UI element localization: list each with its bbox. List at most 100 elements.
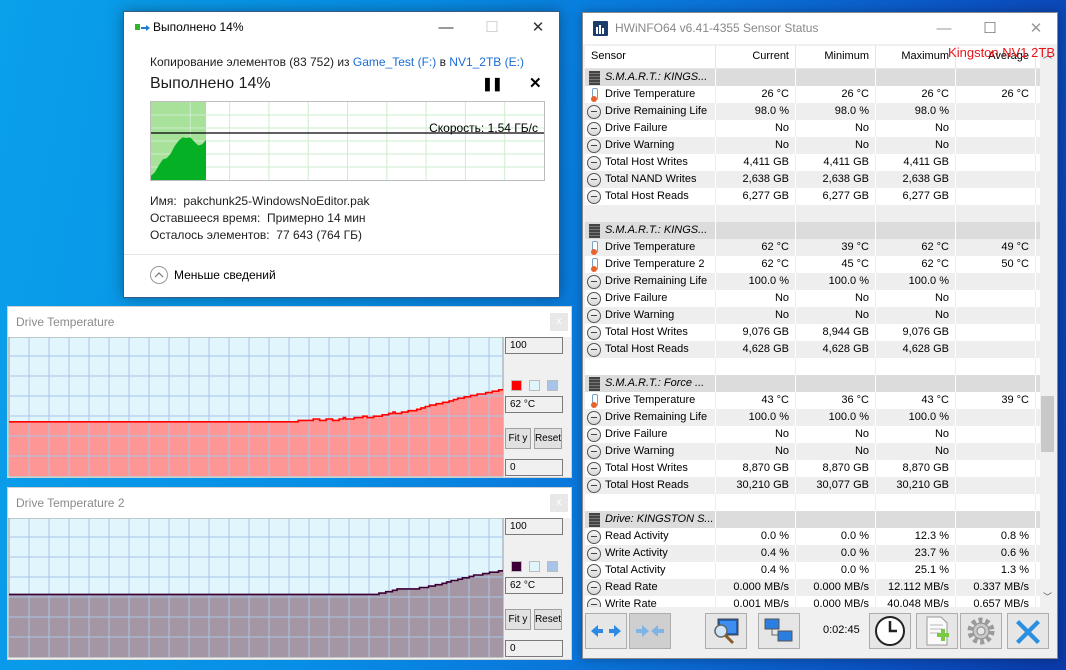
sensor-row[interactable]: Read Activity 0.0 % 0.0 % 12.3 % 0.8 % [585,528,1055,545]
cancel-copy-button[interactable]: ✕ [529,74,542,92]
hwinfo-titlebar[interactable]: HWiNFO64 v6.41-4355 Sensor Status — ☐ ✕ [583,13,1057,44]
sensor-row[interactable]: Total Host Reads 30,210 GB 30,077 GB 30,210… [585,477,1055,494]
y-min-field[interactable]: 0 [505,640,563,657]
timer-button[interactable] [869,613,911,649]
sensor-row[interactable]: Drive Temperature 26 °C 26 °C 26 °C 26 °C [585,86,1055,103]
average-value [956,358,1036,375]
scroll-down-arrow-icon[interactable]: ﹀ [1040,590,1055,605]
grid-color-swatch[interactable] [547,561,558,572]
sensor-row[interactable]: Total Activity 0.4 % 0.0 % 25.1 % 1.3 % [585,562,1055,579]
sensor-group-row[interactable]: S.M.A.R.T.: KINGS... [585,222,1055,239]
close-button[interactable]: ✕ [515,12,561,42]
sensor-row[interactable]: Write Rate 0.001 MB/s 0.000 MB/s 40.048 MB/… [585,596,1055,607]
sensor-row[interactable]: Total Host Reads 6,277 GB 6,277 GB 6,277 GB [585,188,1055,205]
sensor-row[interactable]: Drive Remaining Life 100.0 % 100.0 % 100.0 … [585,409,1055,426]
sensor-name-cell: Drive Warning [585,443,716,460]
graph-close-button[interactable]: x [550,313,568,331]
sensor-row[interactable]: Read Rate 0.000 MB/s 0.000 MB/s 12.112 MB/s… [585,579,1055,596]
minimize-button[interactable]: — [921,13,967,43]
minimum-value: 0.0 % [796,545,876,562]
sensor-row[interactable]: Drive Temperature 43 °C 36 °C 43 °C 39 °C [585,392,1055,409]
sensor-search-button[interactable] [705,613,747,649]
scrollbar-thumb[interactable] [1041,396,1054,452]
sensor-row[interactable]: Drive Temperature 62 °C 39 °C 62 °C 49 °C [585,239,1055,256]
fit-y-button[interactable]: Fit y [505,428,531,449]
sensor-row[interactable]: Drive Remaining Life 100.0 % 100.0 % 100.0 … [585,273,1055,290]
maximum-value: No [876,307,956,324]
sensor-group-row[interactable]: S.M.A.R.T.: KINGS... [585,69,1055,86]
maximize-button[interactable]: ☐ [469,12,515,42]
sensor-group-row[interactable]: S.M.A.R.T.: Force ... [585,375,1055,392]
grid-color-swatch[interactable] [547,380,558,391]
sensor-row[interactable]: Drive Failure No No No [585,120,1055,137]
y-max-field[interactable]: 100 [505,518,563,535]
current-value: No [716,290,796,307]
maximize-button[interactable]: ☐ [967,13,1013,43]
average-value [956,171,1036,188]
column-header-sensor[interactable]: Sensor [585,46,716,68]
minimum-value: No [796,426,876,443]
vertical-scrollbar[interactable]: ︿ ﹀ [1040,46,1055,607]
column-header-maximum[interactable]: Maximum [876,46,956,68]
sensor-name: Write Activity [605,547,668,559]
network-button[interactable] [758,613,800,649]
graph-close-button[interactable]: x [550,494,568,512]
sensor-row[interactable]: Drive Warning No No No [585,307,1055,324]
expand-columns-button[interactable] [585,613,627,649]
reset-button[interactable]: Reset [534,428,562,449]
maximum-value: 62 °C [876,256,956,273]
background-color-swatch[interactable] [529,561,540,572]
sensor-name-cell: Total Host Reads [585,477,716,494]
line-color-swatch[interactable] [511,561,522,572]
maximum-value: 6,277 GB [876,188,956,205]
sensor-name-cell: S.M.A.R.T.: KINGS... [585,69,716,86]
average-value [956,222,1036,239]
sensor-row[interactable]: Drive Temperature 2 62 °C 45 °C 62 °C 50 °C [585,256,1055,273]
pause-button[interactable]: ❚❚ [482,76,503,92]
column-header-minimum[interactable]: Minimum [796,46,876,68]
sensor-group-row[interactable]: Drive: KINGSTON S... [585,511,1055,528]
sensor-row[interactable]: Total NAND Writes 2,638 GB 2,638 GB 2,638 G… [585,171,1055,188]
minimum-value: 100.0 % [796,273,876,290]
copy-dialog-titlebar[interactable]: Выполнено 14% — ☐ ✕ [124,12,559,42]
close-hwinfo-button[interactable] [1007,613,1049,649]
reset-button[interactable]: Reset [534,609,562,630]
average-value [956,205,1036,222]
sensor-row[interactable]: Drive Failure No No No [585,426,1055,443]
graph-titlebar[interactable]: Drive Temperature x [8,307,571,337]
less-details-button[interactable]: Меньше сведений [150,266,276,284]
maximum-value: 12.112 MB/s [876,579,956,596]
graph-titlebar[interactable]: Drive Temperature 2 x [8,488,571,518]
line-color-swatch[interactable] [511,380,522,391]
destination-link[interactable]: NV1_2TB (E:) [449,55,524,69]
sensor-row[interactable]: Drive Remaining Life 98.0 % 98.0 % 98.0 % [585,103,1055,120]
sensor-row[interactable]: Write Activity 0.4 % 0.0 % 23.7 % 0.6 % [585,545,1055,562]
y-max-field[interactable]: 100 [505,337,563,354]
minimum-value [796,494,876,511]
current-value: 100.0 % [716,273,796,290]
maximum-value: 100.0 % [876,409,956,426]
column-header-current[interactable]: Current [716,46,796,68]
sensor-row[interactable]: Drive Warning No No No [585,137,1055,154]
sensor-row[interactable]: Total Host Reads 4,628 GB 4,628 GB 4,628 GB [585,341,1055,358]
average-value: 49 °C [956,239,1036,256]
sensor-row[interactable]: Total Host Writes 4,411 GB 4,411 GB 4,411 G… [585,154,1055,171]
clock-icon [587,155,601,170]
settings-button[interactable] [960,613,1002,649]
maximum-value: 25.1 % [876,562,956,579]
close-button[interactable]: ✕ [1013,13,1059,43]
sensor-row[interactable]: Total Host Writes 8,870 GB 8,870 GB 8,870 G… [585,460,1055,477]
fit-y-button[interactable]: Fit y [505,609,531,630]
minimize-button[interactable]: — [423,12,469,42]
average-value [956,188,1036,205]
source-link[interactable]: Game_Test (F:) [353,55,436,69]
sensor-row[interactable]: Total Host Writes 9,076 GB 8,944 GB 9,076 G… [585,324,1055,341]
sensor-name-cell [585,358,716,375]
sensor-row[interactable]: Drive Failure No No No [585,290,1055,307]
collapse-columns-button[interactable] [629,613,671,649]
minimum-value: 36 °C [796,392,876,409]
background-color-swatch[interactable] [529,380,540,391]
add-report-button[interactable] [916,613,958,649]
sensor-row[interactable]: Drive Warning No No No [585,443,1055,460]
y-min-field[interactable]: 0 [505,459,563,476]
